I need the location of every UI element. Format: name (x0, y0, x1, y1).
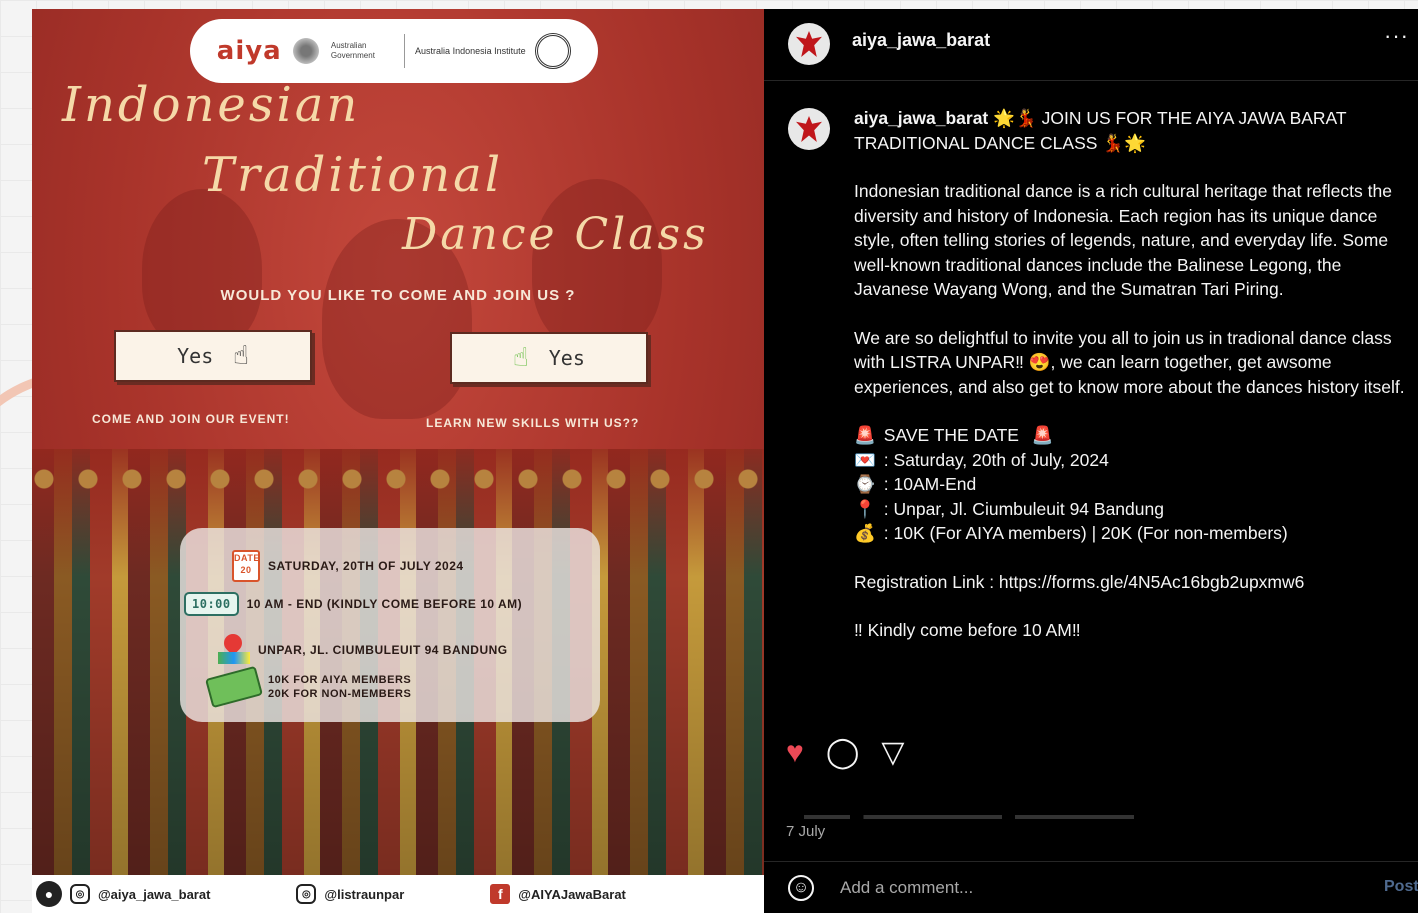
event-time: 10 AM - END (KINDLY COME BEFORE 10 AM) (246, 597, 523, 611)
background-figure (532, 179, 662, 349)
caption-paragraph-2: We are so delightful to invite you all t… (854, 326, 1410, 400)
pointer-hand-icon: ☝ (513, 343, 529, 373)
siren-emoji-icon: 🚨 (1031, 425, 1054, 445)
likes-summary-faded (804, 815, 1134, 819)
poster-tagline-right: LEARN NEW SKILLS WITH US?? (426, 416, 640, 430)
footer-instagram-1: @aiya_jawa_barat (98, 886, 211, 902)
event-info-card: DATE 20 SATURDAY, 20TH OF JULY 2024 10:0… (180, 528, 600, 722)
detail-row: 💰 : 10K (For AIYA members) | 20K (For non… (854, 521, 1410, 546)
poster-footer: ● ◎ @aiya_jawa_barat ◎ @listraunpar f @A… (32, 875, 764, 913)
university-seal-icon (535, 33, 572, 69)
more-options-icon[interactable]: ··· (1384, 23, 1409, 49)
poster-title-line2: Traditional (202, 147, 504, 203)
event-details-list: 🚨 SAVE THE DATE 🚨 💌 : Saturday, 20th of Ju… (854, 423, 1410, 546)
instagram-icon: ◎ (70, 884, 90, 904)
save-the-date: SAVE THE DATE (883, 425, 1019, 445)
emoji-picker-icon[interactable]: ☺ (788, 875, 814, 901)
calendar-label: DATE (234, 553, 260, 563)
logo-divider (404, 34, 406, 68)
smiling-emoji-icon: 😍 (1028, 352, 1051, 372)
poster-title-line1: Indonesian (62, 77, 361, 133)
post-caption: aiya_jawa_barat 🌟💃 JOIN US FOR THE AIYA … (854, 106, 1410, 643)
user-icon: ● (36, 881, 62, 907)
siren-emoji-icon: 🚨 (854, 425, 876, 445)
registration-link[interactable]: Registration Link : https://forms.gle/4N… (854, 570, 1410, 595)
poster-yes-label: Yes (177, 344, 214, 368)
event-price-row: 10K FOR AIYA MEMBERS 20K FOR NON-MEMBERS (205, 665, 412, 709)
instagram-icon: ◎ (296, 884, 317, 904)
price-non-members: 20K FOR NON-MEMBERS (268, 688, 412, 700)
garuda-logo-icon (796, 31, 822, 57)
dancer-emoji-icon: 💃 (1102, 132, 1125, 153)
like-heart-icon[interactable]: ♥ (786, 736, 804, 770)
aii-logo-text: Australia Indonesia Institute (415, 46, 526, 56)
footer-instagram-2: @listraunpar (324, 886, 405, 902)
poster-question: WOULD YOU LIKE TO COME AND JOIN US ? (220, 287, 576, 304)
poster-yes-button-left: Yes ☝ (114, 330, 312, 382)
comment-icon[interactable]: ◯ (826, 735, 860, 770)
sparkle-emoji-icon: 🌟 (1124, 132, 1146, 153)
digital-clock-icon: 10:00 (184, 592, 239, 616)
comment-input[interactable] (840, 876, 1340, 900)
sparkle-emoji-icon: 🌟 (993, 108, 1015, 128)
poster-title-line3: Dance Class (402, 209, 709, 260)
event-date-row: DATE 20 SATURDAY, 20TH OF JULY 2024 (232, 550, 464, 582)
pin-emoji-icon: 📍 (854, 498, 876, 519)
caption-headline-row: aiya_jawa_barat 🌟💃 JOIN US FOR THE AIYA … (854, 106, 1410, 155)
poster-yes-label: Yes (548, 346, 585, 370)
money-bag-emoji-icon: 💰 (854, 523, 876, 543)
caption-avatar[interactable] (788, 108, 830, 150)
footer-facebook: @AIYAJawaBarat (518, 886, 626, 902)
facebook-icon: f (490, 884, 511, 904)
dancer-emoji-icon: 💃 (1014, 108, 1037, 128)
post-actions: ♥ ◯ ▽ (786, 735, 904, 770)
gov-logo-text: Australian Government (330, 41, 375, 60)
price-members: 10K FOR AIYA MEMBERS (268, 674, 412, 686)
garuda-logo-icon (796, 116, 822, 142)
calendar-icon: DATE 20 (232, 550, 260, 582)
event-time-row: 10:00 10 AM - END (KINDLY COME BEFORE 10… (184, 592, 522, 616)
background-figure (142, 189, 262, 349)
logo-banner: aiya Australian Government Australia Ind… (190, 19, 598, 83)
post-header: aiya_jawa_barat ··· (764, 9, 1418, 81)
aiya-logo: aiya (216, 36, 282, 66)
clock-emoji-icon: ⌚ (854, 474, 876, 494)
money-icon (205, 665, 263, 709)
detail-time: : 10AM-End (883, 474, 977, 494)
share-send-icon[interactable]: ▽ (881, 735, 904, 770)
comment-bar: ☺ Post (764, 861, 1418, 913)
reminder-text: ‼ Kindly come before 10 AM‼ (854, 620, 1081, 640)
event-date: SATURDAY, 20TH OF JULY 2024 (268, 559, 464, 573)
caption-username[interactable]: aiya_jawa_barat (854, 108, 988, 128)
avatar[interactable] (788, 23, 830, 65)
detail-row: 📍 : Unpar, Jl. Ciumbuleuit 94 Bandung (854, 497, 1410, 522)
post-image[interactable]: aiya Australian Government Australia Ind… (32, 9, 764, 875)
government-crest-icon (291, 36, 322, 66)
dancers-headdresses (32, 449, 764, 509)
event-location: UNPAR, JL. CIUMBULEUIT 94 BANDUNG (258, 643, 508, 657)
detail-row: ⌚ : 10AM-End (854, 472, 1410, 497)
post-username[interactable]: aiya_jawa_barat (852, 30, 990, 51)
instagram-post-panel: aiya_jawa_barat ··· aiya_jawa_barat 🌟💃 J… (764, 9, 1418, 913)
pointer-hand-icon: ☝ (233, 341, 249, 371)
post-date[interactable]: 7 July (786, 823, 825, 840)
detail-row: 💌 : Saturday, 20th of July, 2024 (854, 448, 1410, 473)
calendar-emoji-icon: 💌 (854, 449, 876, 470)
save-the-date-row: 🚨 SAVE THE DATE 🚨 (854, 423, 1410, 448)
caption-paragraph-1: Indonesian traditional dance is a rich c… (854, 181, 1392, 299)
post-comment-button[interactable]: Post (1384, 878, 1418, 896)
detail-location: : Unpar, Jl. Ciumbuleuit 94 Bandung (883, 498, 1164, 519)
detail-price: : 10K (For AIYA members) | 20K (For non-… (883, 523, 1288, 543)
map-pin-icon (218, 634, 250, 666)
poster-tagline-left: COME AND JOIN OUR EVENT! (92, 412, 290, 426)
poster-yes-button-right: ☝ Yes (450, 332, 648, 384)
calendar-day: 20 (240, 565, 252, 575)
detail-date: : Saturday, 20th of July, 2024 (883, 449, 1109, 470)
event-location-row: UNPAR, JL. CIUMBULEUIT 94 BANDUNG (218, 634, 508, 666)
